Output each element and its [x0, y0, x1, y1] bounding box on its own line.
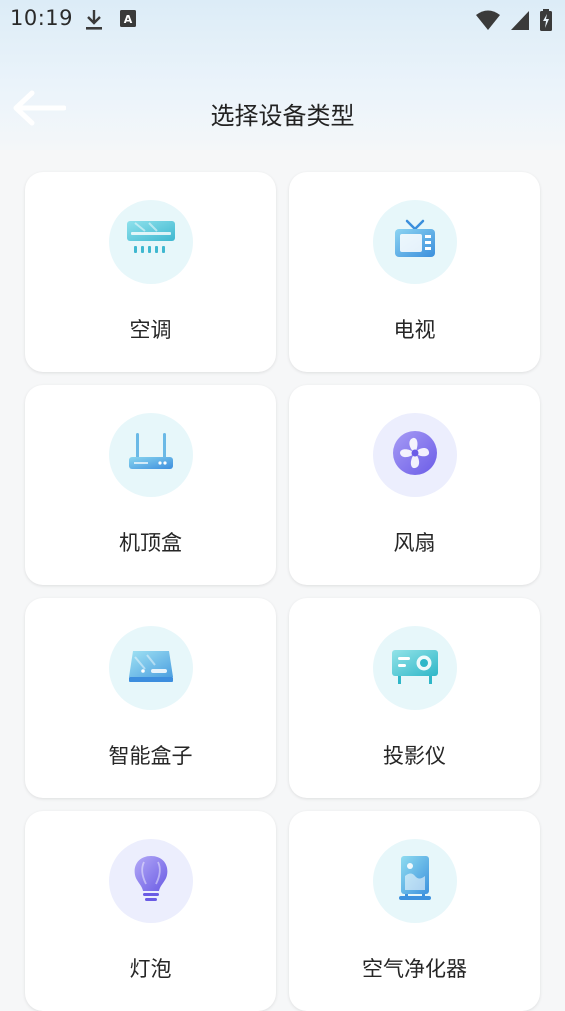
wifi-icon: [475, 9, 501, 35]
device-card-air-purifier[interactable]: 空气净化器: [289, 811, 540, 1011]
fan-icon: [391, 429, 439, 481]
device-label: 空调: [129, 318, 172, 342]
device-card-smart-box[interactable]: 智能盒子: [25, 598, 276, 798]
icon-circle: [108, 413, 193, 497]
battery-icon: [539, 8, 553, 36]
icon-circle: [372, 200, 457, 284]
a-notification-icon: A: [118, 8, 138, 34]
icon-circle: [108, 200, 193, 284]
device-card-tv[interactable]: 电视: [289, 172, 540, 372]
light-bulb-icon: [131, 854, 171, 908]
icon-circle: [372, 413, 457, 497]
device-card-set-top-box[interactable]: 机顶盒: [25, 385, 276, 585]
page-title: 选择设备类型: [210, 102, 355, 130]
device-label: 智能盒子: [108, 744, 193, 768]
icon-circle: [372, 626, 457, 710]
svg-text:A: A: [124, 13, 133, 26]
device-card-projector[interactable]: 投影仪: [289, 598, 540, 798]
device-label: 风扇: [393, 531, 436, 555]
tv-icon: [391, 217, 439, 267]
header: 10:19 A 选择设备类型: [0, 0, 565, 150]
set-top-box-icon: [126, 431, 176, 479]
status-right-icons: [475, 8, 553, 36]
device-card-light-bulb[interactable]: 灯泡: [25, 811, 276, 1011]
icon-circle: [108, 839, 193, 923]
device-label: 空气净化器: [362, 957, 467, 981]
download-icon: [84, 8, 104, 36]
device-label: 灯泡: [129, 957, 172, 981]
status-bar: 10:19 A: [0, 0, 565, 40]
title-row: 选择设备类型: [0, 80, 565, 140]
device-label: 投影仪: [383, 744, 446, 768]
device-card-air-conditioner[interactable]: 空调: [25, 172, 276, 372]
smart-box-icon: [125, 647, 177, 689]
air-purifier-icon: [395, 854, 435, 908]
icon-circle: [108, 626, 193, 710]
device-label: 机顶盒: [119, 531, 182, 555]
device-type-grid: 空调 电视 机顶盒 风扇 智能盒子 投影仪 灯泡 空气净化器: [25, 172, 540, 1011]
device-card-fan[interactable]: 风扇: [289, 385, 540, 585]
projector-icon: [389, 644, 441, 692]
status-time: 10:19: [10, 6, 74, 30]
device-label: 电视: [393, 318, 436, 342]
icon-circle: [372, 839, 457, 923]
air-conditioner-icon: [125, 219, 177, 265]
signal-icon: [509, 9, 531, 35]
